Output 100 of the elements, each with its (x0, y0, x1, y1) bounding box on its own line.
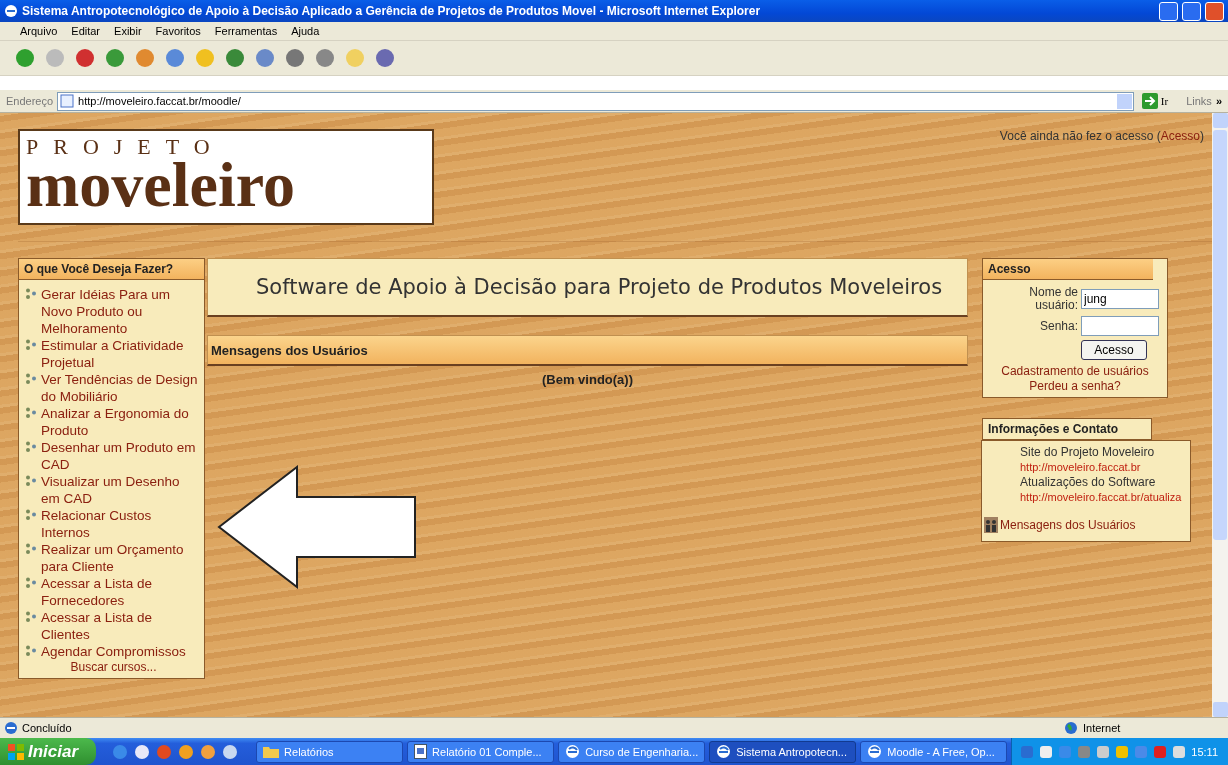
window-title: Sistema Antropotecnológico de Apoio à Decisão Aplicado a Gerência de Projetos de Produtos Movel - Microsoft Internet Explorer (22, 4, 762, 18)
menu-link[interactable]: Realizar um Orçamento para Cliente (25, 541, 202, 575)
tray-icon[interactable] (1096, 744, 1111, 759)
dots-icon (25, 543, 39, 555)
dots-icon (25, 645, 39, 657)
username-field[interactable]: jung (1081, 289, 1159, 309)
toolbar-icon[interactable] (314, 47, 336, 69)
page-icon (60, 94, 75, 108)
status-text: Concluído (22, 722, 73, 734)
document-icon (414, 744, 428, 759)
info-label: Atualizações do Software (1019, 475, 1157, 489)
url-link[interactable]: http://moveleiro.faccat.br (992, 461, 1188, 473)
messages-header: Mensagens dos Usuários (207, 335, 968, 366)
dropdown-button[interactable] (1116, 93, 1132, 109)
block-header: O que Você Deseja Fazer? (19, 259, 204, 280)
taskbar-button[interactable]: Sistema Antropotecn... (709, 740, 857, 763)
dots-icon (25, 475, 39, 487)
menu-link[interactable]: Estimular a Criatividade Projetual (25, 337, 202, 371)
dots-icon (25, 288, 39, 300)
toolbar-icon[interactable] (14, 47, 36, 69)
toolbar-icon[interactable] (164, 47, 186, 69)
menu-link[interactable]: Visualizar um Desenho em CAD (25, 473, 202, 507)
info-label: Site do Projeto Moveleiro (1019, 445, 1156, 459)
tray-icon[interactable] (1172, 744, 1187, 759)
menu-item[interactable]: Editar (65, 25, 107, 37)
toolbar-icon[interactable] (374, 47, 396, 69)
menu-link[interactable]: Acessar a Lista de Clientes (25, 609, 202, 643)
dots-icon (25, 339, 39, 351)
password-field[interactable] (1081, 316, 1159, 336)
toolbar-icon[interactable] (74, 47, 96, 69)
address-field[interactable]: http://moveleiro.faccat.br/moodle/ (57, 91, 1134, 111)
welcome-text: (Bem vindo(a)) (542, 372, 633, 387)
tray-icon[interactable] (1020, 744, 1035, 759)
menu-item[interactable]: Ajuda (285, 25, 326, 37)
dots-icon (25, 407, 39, 419)
dots-icon (25, 611, 39, 623)
links-label[interactable]: Links (1186, 95, 1212, 107)
browser-icon (716, 744, 732, 759)
page-heading: Software de Apoio à Decisão para Projeto de Produtos Moveleiros (207, 258, 968, 317)
account-link[interactable]: Perdeu a senha? (1029, 379, 1121, 393)
menu-link[interactable]: Agendar Compromissos (25, 643, 202, 660)
dots-icon (25, 373, 39, 385)
quick-launch-icon[interactable] (134, 743, 151, 760)
tray-icon[interactable] (1039, 744, 1054, 759)
arrow-icon (1141, 93, 1158, 109)
taskbar-button[interactable]: Relatórios (256, 740, 404, 763)
taskbar-button[interactable]: Curso de Engenharia... (558, 740, 706, 763)
menu-link[interactable]: Relacionar Custos Internos (25, 507, 202, 541)
menu-link[interactable]: Ver Tendências de Design do Mobiliário (25, 371, 202, 405)
username-label: Nome de usuário: (1028, 286, 1078, 312)
zone-label: Internet (1083, 722, 1121, 734)
account-link[interactable]: Cadastramento de usuários (1001, 364, 1149, 378)
login-notice: Você ainda não fez o acesso (Acesso) (999, 129, 1205, 143)
toolbar-icon[interactable] (224, 47, 246, 69)
browser-icon (4, 4, 18, 18)
block-header: Acesso (983, 259, 1153, 280)
login-link[interactable]: Acesso (1160, 129, 1200, 143)
menu-item[interactable]: Arquivo (14, 25, 64, 37)
go-button[interactable]: Ir (1137, 93, 1183, 109)
menu-link[interactable]: Analizar a Ergonomia do Produto (25, 405, 202, 439)
minimize-button[interactable] (1159, 1, 1178, 21)
browser-icon (565, 744, 581, 759)
taskbar-button[interactable]: Moodle - A Free, Op... (860, 740, 1008, 763)
tray-icon[interactable] (1153, 744, 1168, 759)
menu-link[interactable]: Gerar Idéias Para um Novo Produto ou Melhoramento (25, 286, 202, 337)
globe-icon (1064, 721, 1078, 735)
quick-launch-icon[interactable] (222, 743, 239, 760)
page-icon (4, 721, 18, 735)
close-button[interactable] (1205, 1, 1224, 21)
quick-launch-icon[interactable] (178, 743, 195, 760)
dots-icon (25, 577, 39, 589)
scrollbar[interactable] (1212, 113, 1228, 717)
more-button[interactable]: » (1215, 95, 1222, 107)
browser-icon (867, 744, 883, 759)
toolbar-icon[interactable] (254, 47, 276, 69)
toolbar-icon[interactable] (104, 47, 126, 69)
toolbar-icon[interactable] (284, 47, 306, 69)
toolbar-icon[interactable] (134, 47, 156, 69)
menu-item[interactable]: Exibir (108, 25, 148, 37)
menu-item[interactable]: Favoritos (149, 25, 207, 37)
block-header: Informações e Contato (982, 418, 1152, 440)
arrow-icon (217, 465, 417, 589)
messages-link[interactable]: Mensagens dos Usuários (1000, 518, 1136, 532)
login-button[interactable]: Acesso (1081, 340, 1147, 360)
menu-link[interactable]: Desenhar um Produto em CAD (25, 439, 202, 473)
people-icon (984, 517, 998, 533)
taskbar-button[interactable]: Relatório 01 Comple... (407, 740, 555, 763)
menu-item[interactable]: Ferramentas (208, 25, 284, 37)
search-courses-link[interactable]: Buscar cursos... (25, 660, 202, 676)
quick-launch-icon[interactable] (200, 743, 217, 760)
url-link[interactable]: http://moveleiro.faccat.br/atualiza (992, 491, 1188, 503)
password-label: Senha: (1038, 319, 1078, 333)
address-label: Endereço (6, 95, 54, 107)
restore-button[interactable] (1182, 1, 1201, 21)
tray-icon[interactable] (1115, 744, 1130, 759)
flag-icon (8, 743, 24, 760)
dots-icon (25, 441, 39, 453)
menu-link[interactable]: Acessar a Lista de Fornecedores (25, 575, 202, 609)
folder-icon (263, 745, 280, 758)
clock: 15:11 (1191, 745, 1218, 758)
